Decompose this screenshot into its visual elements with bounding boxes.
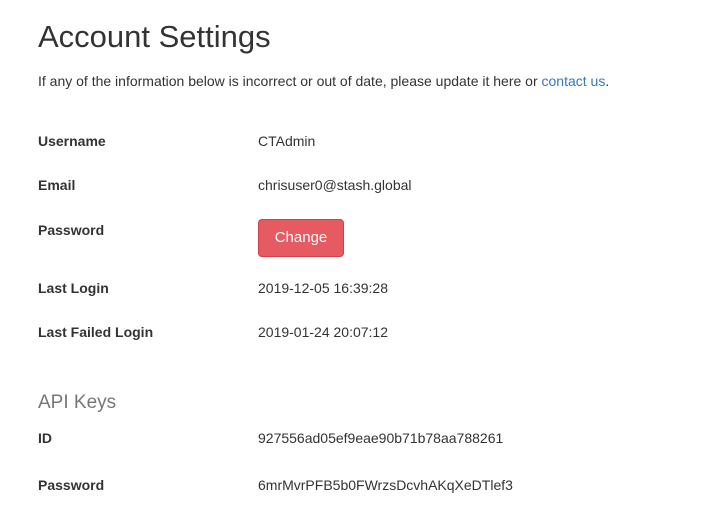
api-key-id-row: ID 927556ad05ef9eae90b71b78aa788261 [38, 428, 698, 448]
intro-text-suffix: . [605, 73, 610, 89]
last-failed-login-label: Last Failed Login [38, 324, 154, 340]
api-key-id-value: 927556ad05ef9eae90b71b78aa788261 [258, 430, 504, 446]
password-row: Password [38, 220, 698, 240]
change-password-button[interactable]: Change [258, 219, 344, 257]
email-value: chrisuser0@stash.global [258, 177, 412, 193]
last-failed-login-value: 2019-01-24 20:07:12 [258, 324, 388, 340]
api-keys-heading: API Keys [38, 392, 117, 413]
username-row: Username CTAdmin [38, 131, 698, 151]
api-key-password-value: 6mrMvrPFB5b0FWrzsDcvhAKqXeDTlef3 [258, 477, 513, 493]
last-login-value: 2019-12-05 16:39:28 [258, 280, 388, 296]
email-label: Email [38, 177, 76, 193]
intro-text-body: If any of the information below is incor… [38, 73, 542, 89]
api-key-password-row: Password 6mrMvrPFB5b0FWrzsDcvhAKqXeDTlef… [38, 475, 698, 495]
username-label: Username [38, 133, 106, 149]
last-failed-login-row: Last Failed Login 2019-01-24 20:07:12 [38, 322, 698, 342]
api-key-id-label: ID [38, 430, 52, 446]
username-value: CTAdmin [258, 133, 316, 149]
api-key-password-label: Password [38, 477, 105, 493]
account-settings-page: Account Settings If any of the informati… [0, 0, 728, 531]
last-login-row: Last Login 2019-12-05 16:39:28 [38, 278, 698, 298]
email-row: Email chrisuser0@stash.global [38, 175, 698, 195]
contact-us-link[interactable]: contact us [542, 73, 606, 89]
intro-text: If any of the information below is incor… [38, 73, 609, 89]
password-label: Password [38, 222, 105, 238]
page-title: Account Settings [38, 19, 271, 54]
last-login-label: Last Login [38, 280, 109, 296]
